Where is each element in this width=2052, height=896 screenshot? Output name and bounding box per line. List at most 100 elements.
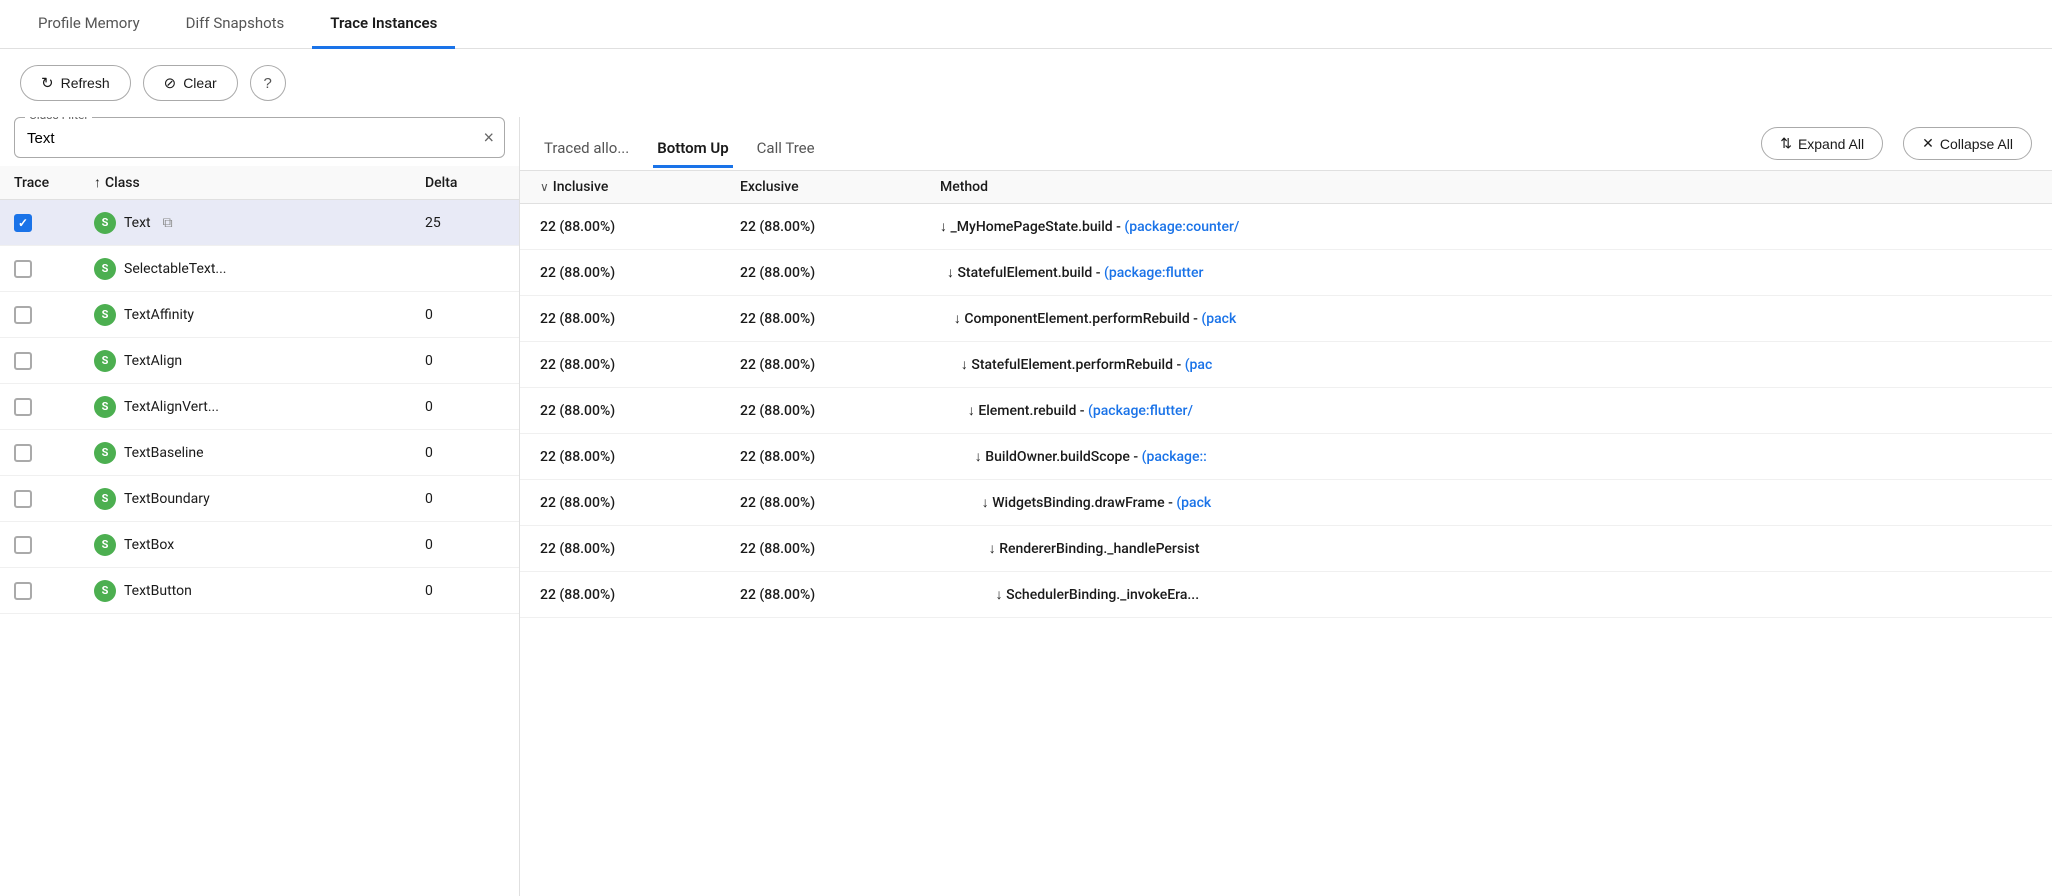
expand-all-button[interactable]: ⇅ Expand All: [1761, 127, 1883, 160]
cell-method-7: ↓ RendererBinding._handlePersist: [940, 540, 2032, 557]
method-text-4: ↓ Element.rebuild -: [940, 403, 1088, 419]
right-table-row[interactable]: 22 (88.00%) 22 (88.00%) ↓ StatefulElemen…: [520, 342, 2052, 388]
right-col-inclusive-header[interactable]: ∨ Inclusive: [540, 179, 740, 195]
collapse-all-icon: ✕: [1922, 135, 1934, 152]
filter-clear-button[interactable]: ×: [483, 127, 494, 148]
help-button[interactable]: ?: [250, 65, 286, 101]
cell-exclusive-8: 22 (88.00%): [740, 587, 940, 603]
table-row[interactable]: S TextBox 0: [0, 522, 519, 568]
clear-label: Clear: [183, 75, 216, 91]
method-link-5[interactable]: (package::: [1142, 449, 1207, 465]
checkbox-6[interactable]: [14, 490, 32, 508]
expand-all-label: Expand All: [1798, 136, 1864, 152]
cell-method-1: ↓ StatefulElement.build - (package:flutt…: [940, 264, 2032, 281]
table-row[interactable]: S TextAlign 0: [0, 338, 519, 384]
right-panel: Traced allo... Bottom Up Call Tree ⇅ Exp…: [520, 117, 2052, 896]
right-table-row[interactable]: 22 (88.00%) 22 (88.00%) ↓ _MyHomePageSta…: [520, 204, 2052, 250]
left-panel: Class Filter × Trace ↑ Class Delta: [0, 117, 520, 896]
cell-exclusive-2: 22 (88.00%): [740, 311, 940, 327]
table-row[interactable]: S TextBaseline 0: [0, 430, 519, 476]
copy-icon-0[interactable]: ⧉: [163, 215, 173, 231]
tab-diff-snapshots[interactable]: Diff Snapshots: [168, 0, 303, 49]
cell-delta-3: 0: [425, 353, 505, 369]
checkbox-1[interactable]: [14, 260, 32, 278]
checkbox-3[interactable]: [14, 352, 32, 370]
cell-trace-6: [14, 490, 94, 508]
cell-inclusive-2: 22 (88.00%): [540, 311, 740, 327]
tab-profile-memory[interactable]: Profile Memory: [20, 0, 158, 49]
cell-inclusive-1: 22 (88.00%): [540, 265, 740, 281]
right-table-row[interactable]: 22 (88.00%) 22 (88.00%) ↓ RendererBindin…: [520, 526, 2052, 572]
table-row[interactable]: S TextBoundary 0: [0, 476, 519, 522]
class-name-1: SelectableText...: [124, 261, 226, 277]
right-col-exclusive-header: Exclusive: [740, 179, 940, 195]
right-table-header: ∨ Inclusive Exclusive Method: [520, 171, 2052, 204]
cell-trace-4: [14, 398, 94, 416]
cell-delta-5: 0: [425, 445, 505, 461]
collapse-all-button[interactable]: ✕ Collapse All: [1903, 127, 2032, 160]
checkbox-0[interactable]: [14, 214, 32, 232]
right-table-row[interactable]: 22 (88.00%) 22 (88.00%) ↓ ComponentEleme…: [520, 296, 2052, 342]
col-class-header[interactable]: ↑ Class: [94, 174, 425, 191]
method-text-5: ↓ BuildOwner.buildScope -: [940, 449, 1142, 465]
method-link-0[interactable]: (package:counter/: [1124, 219, 1239, 235]
cell-delta-6: 0: [425, 491, 505, 507]
method-text-8: ↓ SchedulerBinding._invokeEra...: [940, 587, 1199, 603]
table-row[interactable]: S TextAlignVert... 0: [0, 384, 519, 430]
right-table-row[interactable]: 22 (88.00%) 22 (88.00%) ↓ Element.rebuil…: [520, 388, 2052, 434]
right-table-row[interactable]: 22 (88.00%) 22 (88.00%) ↓ StatefulElemen…: [520, 250, 2052, 296]
method-link-6[interactable]: (pack: [1176, 495, 1211, 511]
method-link-2[interactable]: (pack: [1201, 311, 1236, 327]
cell-method-4: ↓ Element.rebuild - (package:flutter/: [940, 402, 2032, 419]
class-badge-7: S: [94, 534, 116, 556]
cell-class-2: S TextAffinity: [94, 304, 425, 326]
cell-method-5: ↓ BuildOwner.buildScope - (package::: [940, 448, 2032, 465]
table-row[interactable]: S SelectableText...: [0, 246, 519, 292]
cell-exclusive-5: 22 (88.00%): [740, 449, 940, 465]
cell-trace-0: [14, 214, 94, 232]
cell-inclusive-4: 22 (88.00%): [540, 403, 740, 419]
class-badge-8: S: [94, 580, 116, 602]
table-row[interactable]: S TextButton 0: [0, 568, 519, 614]
class-badge-5: S: [94, 442, 116, 464]
right-table-row[interactable]: 22 (88.00%) 22 (88.00%) ↓ WidgetsBinding…: [520, 480, 2052, 526]
tab-traced-allo[interactable]: Traced allo...: [540, 131, 633, 168]
cell-trace-1: [14, 260, 94, 278]
tab-trace-instances[interactable]: Trace Instances: [312, 0, 455, 49]
right-table-row[interactable]: 22 (88.00%) 22 (88.00%) ↓ BuildOwner.bui…: [520, 434, 2052, 480]
checkbox-5[interactable]: [14, 444, 32, 462]
method-text-0: ↓ _MyHomePageState.build -: [940, 219, 1124, 235]
method-link-4[interactable]: (package:flutter/: [1088, 403, 1193, 419]
cell-inclusive-6: 22 (88.00%): [540, 495, 740, 511]
class-name-0: Text: [124, 215, 151, 231]
cell-exclusive-7: 22 (88.00%): [740, 541, 940, 557]
refresh-button[interactable]: ↻ Refresh: [20, 65, 131, 101]
cell-exclusive-0: 22 (88.00%): [740, 219, 940, 235]
cell-class-0: S Text ⧉: [94, 212, 425, 234]
checkbox-7[interactable]: [14, 536, 32, 554]
class-badge-0: S: [94, 212, 116, 234]
chevron-down-icon: ∨: [540, 180, 549, 194]
cell-inclusive-7: 22 (88.00%): [540, 541, 740, 557]
class-name-3: TextAlign: [124, 353, 182, 369]
cell-method-3: ↓ StatefulElement.performRebuild - (pac: [940, 356, 2032, 373]
tab-bottom-up[interactable]: Bottom Up: [653, 131, 732, 168]
method-link-3[interactable]: (pac: [1185, 357, 1213, 373]
checkbox-8[interactable]: [14, 582, 32, 600]
clear-button[interactable]: ⊘ Clear: [143, 65, 238, 101]
checkbox-4[interactable]: [14, 398, 32, 416]
method-link-1[interactable]: (package:flutter: [1104, 265, 1203, 281]
method-text-2: ↓ ComponentElement.performRebuild -: [940, 311, 1201, 327]
clear-icon: ⊘: [164, 74, 177, 92]
cell-class-3: S TextAlign: [94, 350, 425, 372]
table-row[interactable]: S TextAffinity 0: [0, 292, 519, 338]
cell-class-7: S TextBox: [94, 534, 425, 556]
class-filter-input[interactable]: [15, 120, 504, 157]
cell-exclusive-1: 22 (88.00%): [740, 265, 940, 281]
checkbox-2[interactable]: [14, 306, 32, 324]
col-trace-header: Trace: [14, 175, 94, 191]
table-row[interactable]: S Text ⧉ 25: [0, 200, 519, 246]
cell-trace-2: [14, 306, 94, 324]
tab-call-tree[interactable]: Call Tree: [753, 131, 819, 168]
right-table-row[interactable]: 22 (88.00%) 22 (88.00%) ↓ SchedulerBindi…: [520, 572, 2052, 618]
